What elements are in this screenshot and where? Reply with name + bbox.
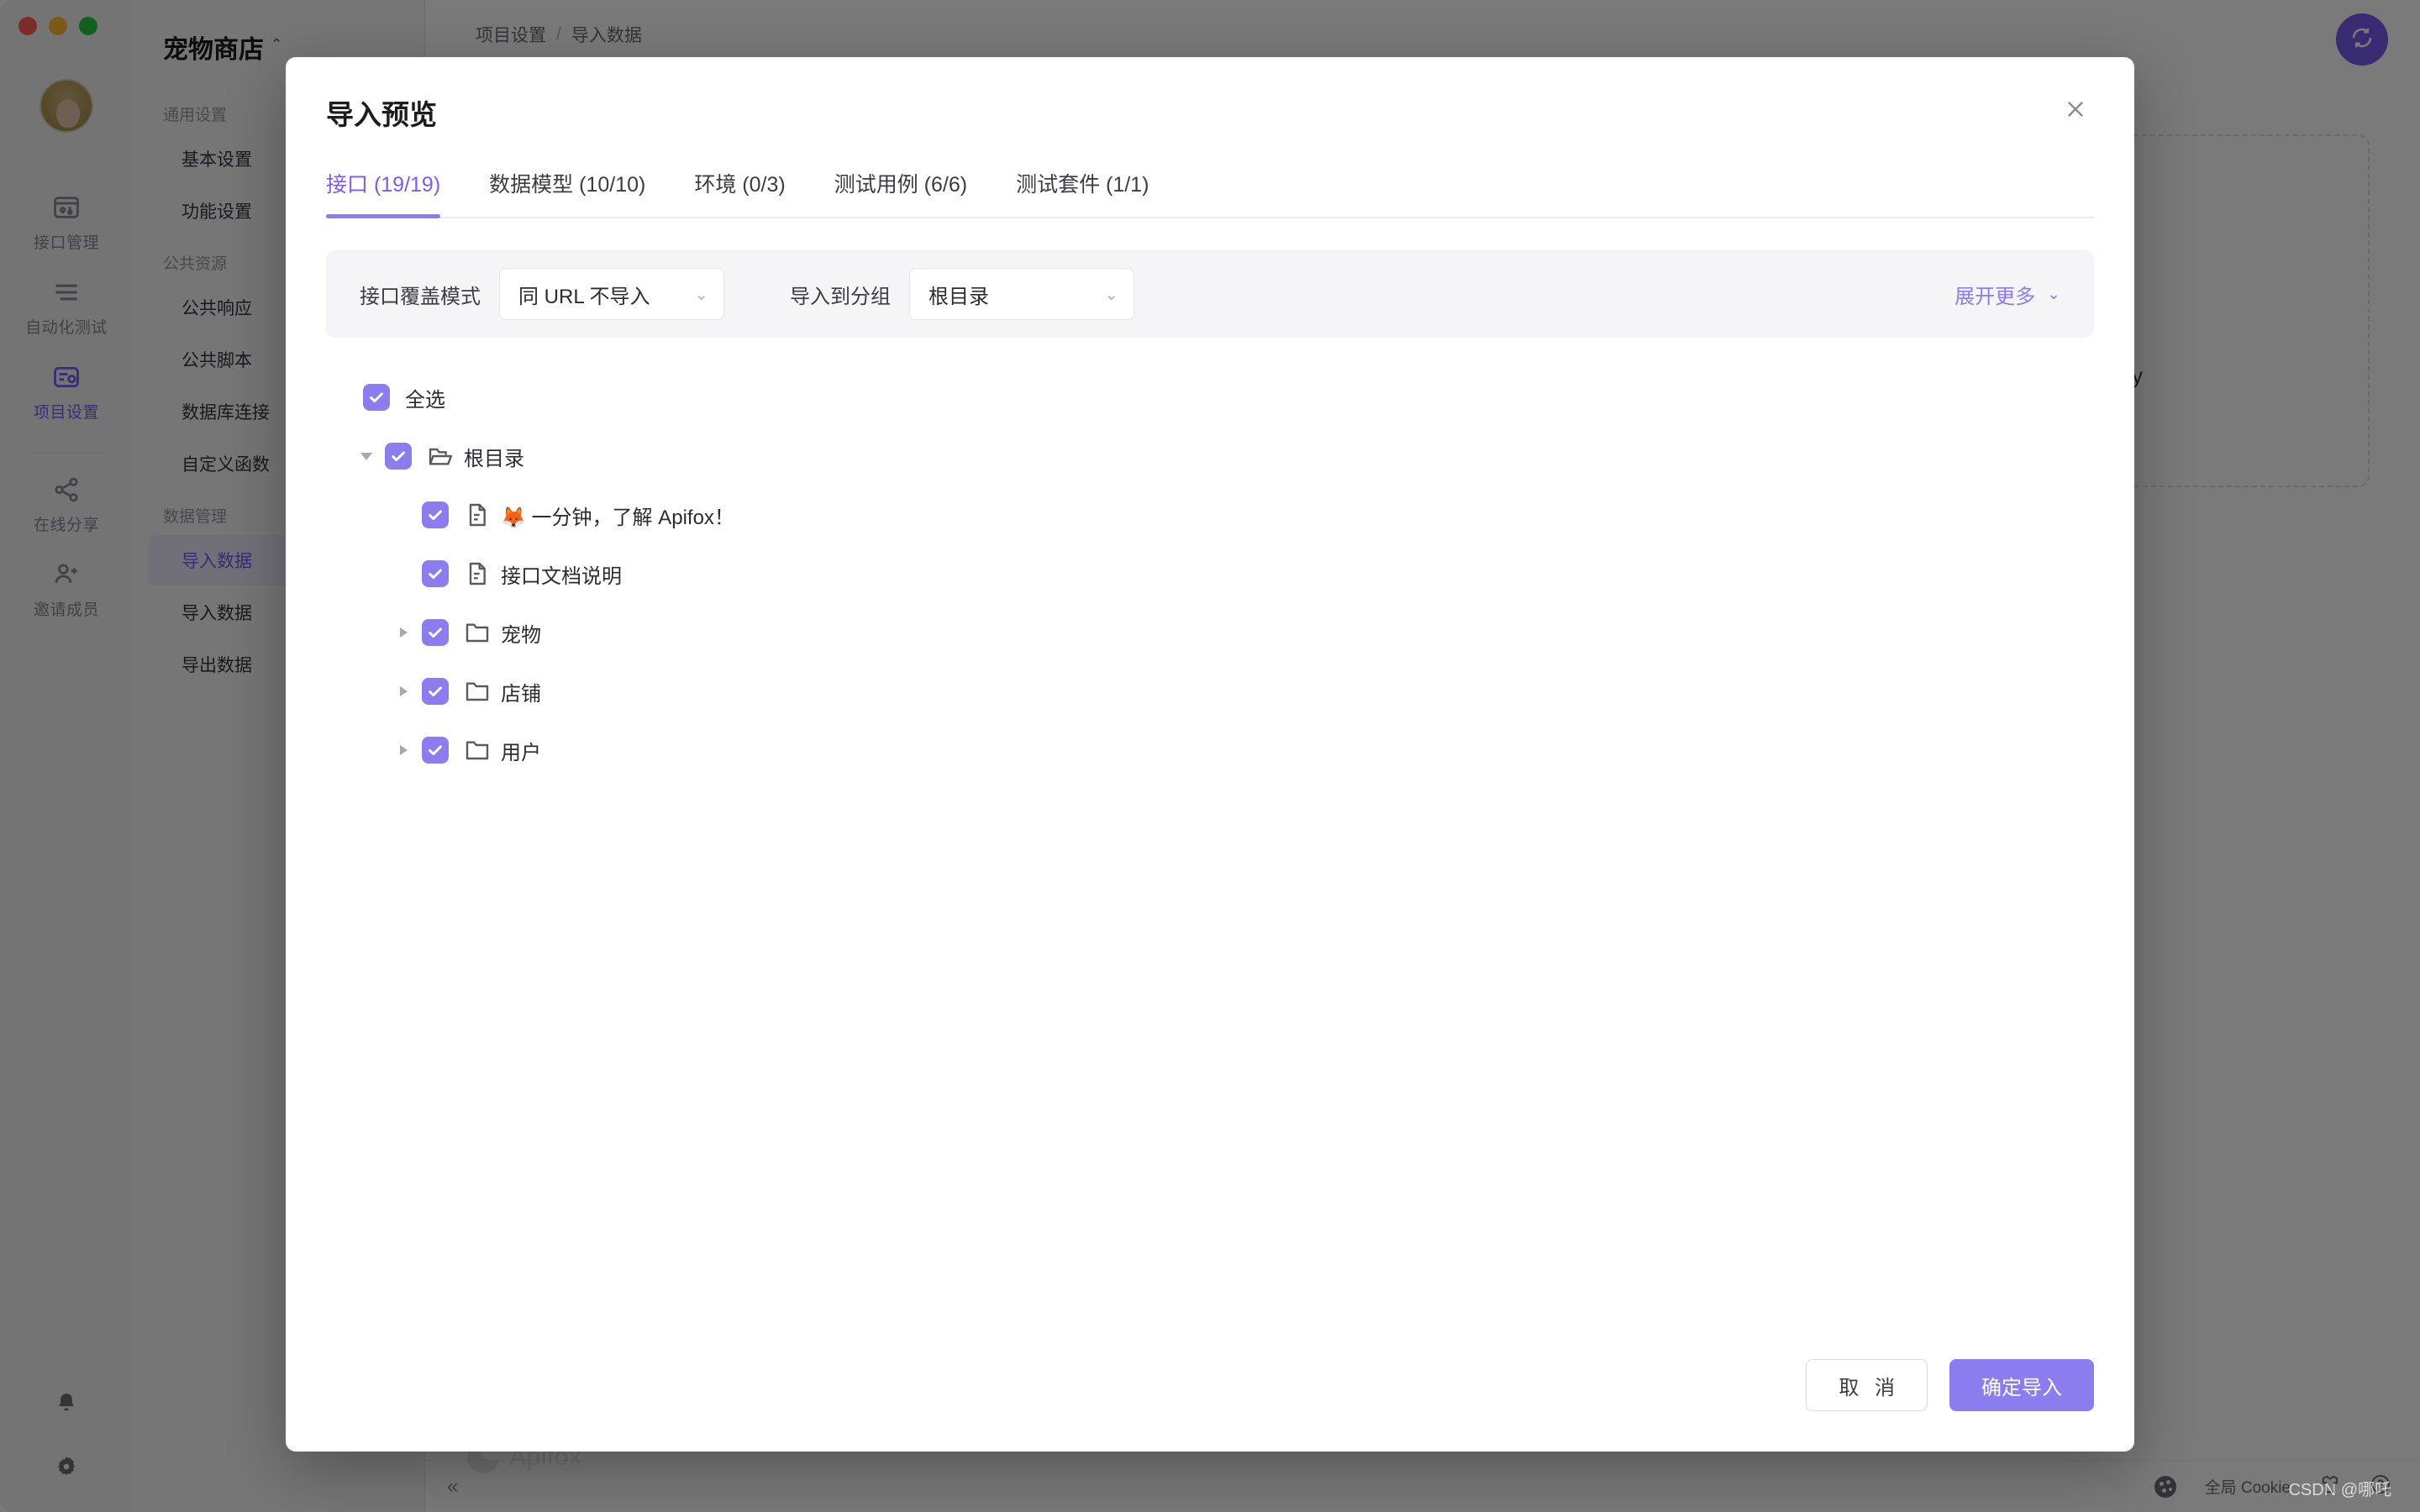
tree-checkbox[interactable] bbox=[422, 619, 449, 646]
tree-checkbox[interactable] bbox=[422, 678, 449, 705]
tree-node-label: 根目录 bbox=[464, 447, 524, 470]
expand-more-button[interactable]: 展开更多 ⌄ bbox=[1954, 280, 2060, 309]
import-options-bar: 接口覆盖模式 同 URL 不导入 ⌄ 导入到分组 根目录 ⌄ 展开更多 ⌄ bbox=[326, 250, 2094, 338]
tab-data-models[interactable]: 数据模型 (10/10) bbox=[489, 168, 645, 217]
tree-row[interactable]: 店铺 bbox=[326, 662, 2094, 721]
tree-checkbox[interactable] bbox=[422, 737, 449, 764]
tree-node-label: 🦊 一分钟，了解 Apifox！ bbox=[501, 506, 734, 529]
tab-interfaces[interactable]: 接口 (19/19) bbox=[326, 168, 441, 218]
chevron-down-icon: ⌄ bbox=[694, 285, 708, 304]
caret-right-icon bbox=[399, 686, 408, 696]
tree-checkbox[interactable] bbox=[422, 501, 449, 528]
folder-icon bbox=[464, 737, 491, 764]
chevron-down-icon: ⌄ bbox=[1104, 285, 1118, 304]
import-group-select[interactable]: 根目录 ⌄ bbox=[909, 268, 1134, 320]
expand-arrow[interactable] bbox=[385, 745, 422, 755]
overwrite-mode-select[interactable]: 同 URL 不导入 ⌄ bbox=[499, 268, 724, 320]
tab-environments[interactable]: 环境 (0/3) bbox=[694, 168, 785, 217]
caret-down-icon bbox=[360, 452, 372, 460]
tree-row[interactable]: 🦊 一分钟，了解 Apifox！ bbox=[326, 486, 2094, 544]
select-all-label: 全选 bbox=[405, 388, 445, 412]
folder-open-icon bbox=[427, 443, 454, 470]
folder-icon bbox=[464, 678, 491, 705]
caret-right-icon bbox=[399, 627, 408, 638]
tree-checkbox[interactable] bbox=[422, 560, 449, 587]
overwrite-mode-value: 同 URL 不导入 bbox=[518, 285, 650, 308]
cancel-button[interactable]: 取 消 bbox=[1806, 1359, 1928, 1411]
dialog-tabs: 接口 (19/19) 数据模型 (10/10) 环境 (0/3) 测试用例 (6… bbox=[326, 168, 2094, 218]
document-icon bbox=[464, 560, 491, 587]
close-icon bbox=[2063, 97, 2088, 126]
tab-test-cases[interactable]: 测试用例 (6/6) bbox=[834, 168, 967, 217]
tree-row[interactable]: 用户 bbox=[326, 721, 2094, 780]
dialog-header: 导入预览 bbox=[286, 57, 2134, 133]
select-all-checkbox[interactable] bbox=[363, 384, 390, 411]
import-group-value: 根目录 bbox=[929, 285, 989, 308]
expand-arrow[interactable] bbox=[385, 627, 422, 638]
import-tree: 全选 根目录 🦊 一分钟，了解 Apifox！ 接口文档说明 宠物 店铺 用户 bbox=[286, 338, 2134, 1359]
confirm-import-button[interactable]: 确定导入 bbox=[1949, 1359, 2094, 1411]
expand-more-label: 展开更多 bbox=[1954, 285, 2036, 308]
expand-arrow[interactable] bbox=[385, 686, 422, 696]
import-preview-dialog: 导入预览 接口 (19/19) 数据模型 (10/10) 环境 (0/3) 测试… bbox=[286, 57, 2134, 1452]
import-group-label: 导入到分组 bbox=[790, 285, 891, 308]
caret-right-icon bbox=[399, 745, 408, 755]
overwrite-mode-label: 接口覆盖模式 bbox=[360, 285, 481, 308]
chevron-down-icon: ⌄ bbox=[2047, 285, 2060, 303]
tree-node-label: 宠物 bbox=[501, 623, 541, 647]
tree-node-label: 用户 bbox=[501, 741, 541, 764]
expand-arrow[interactable] bbox=[348, 452, 385, 460]
tree-row-select-all[interactable]: 全选 bbox=[326, 368, 2094, 427]
tree-checkbox[interactable] bbox=[385, 443, 412, 470]
tree-row[interactable]: 接口文档说明 bbox=[326, 544, 2094, 603]
close-button[interactable] bbox=[2057, 92, 2094, 129]
watermark: CSDN @哪吒 bbox=[2288, 1481, 2391, 1499]
document-icon bbox=[464, 501, 491, 528]
dialog-title: 导入预览 bbox=[326, 99, 437, 130]
folder-icon bbox=[464, 619, 491, 646]
tab-test-suites[interactable]: 测试套件 (1/1) bbox=[1016, 168, 1149, 217]
tree-row[interactable]: 根目录 bbox=[326, 427, 2094, 486]
tree-node-label: 接口文档说明 bbox=[501, 564, 622, 588]
tree-row[interactable]: 宠物 bbox=[326, 603, 2094, 662]
tree-node-label: 店铺 bbox=[501, 682, 541, 706]
dialog-footer: 取 消 确定导入 bbox=[286, 1359, 2134, 1452]
